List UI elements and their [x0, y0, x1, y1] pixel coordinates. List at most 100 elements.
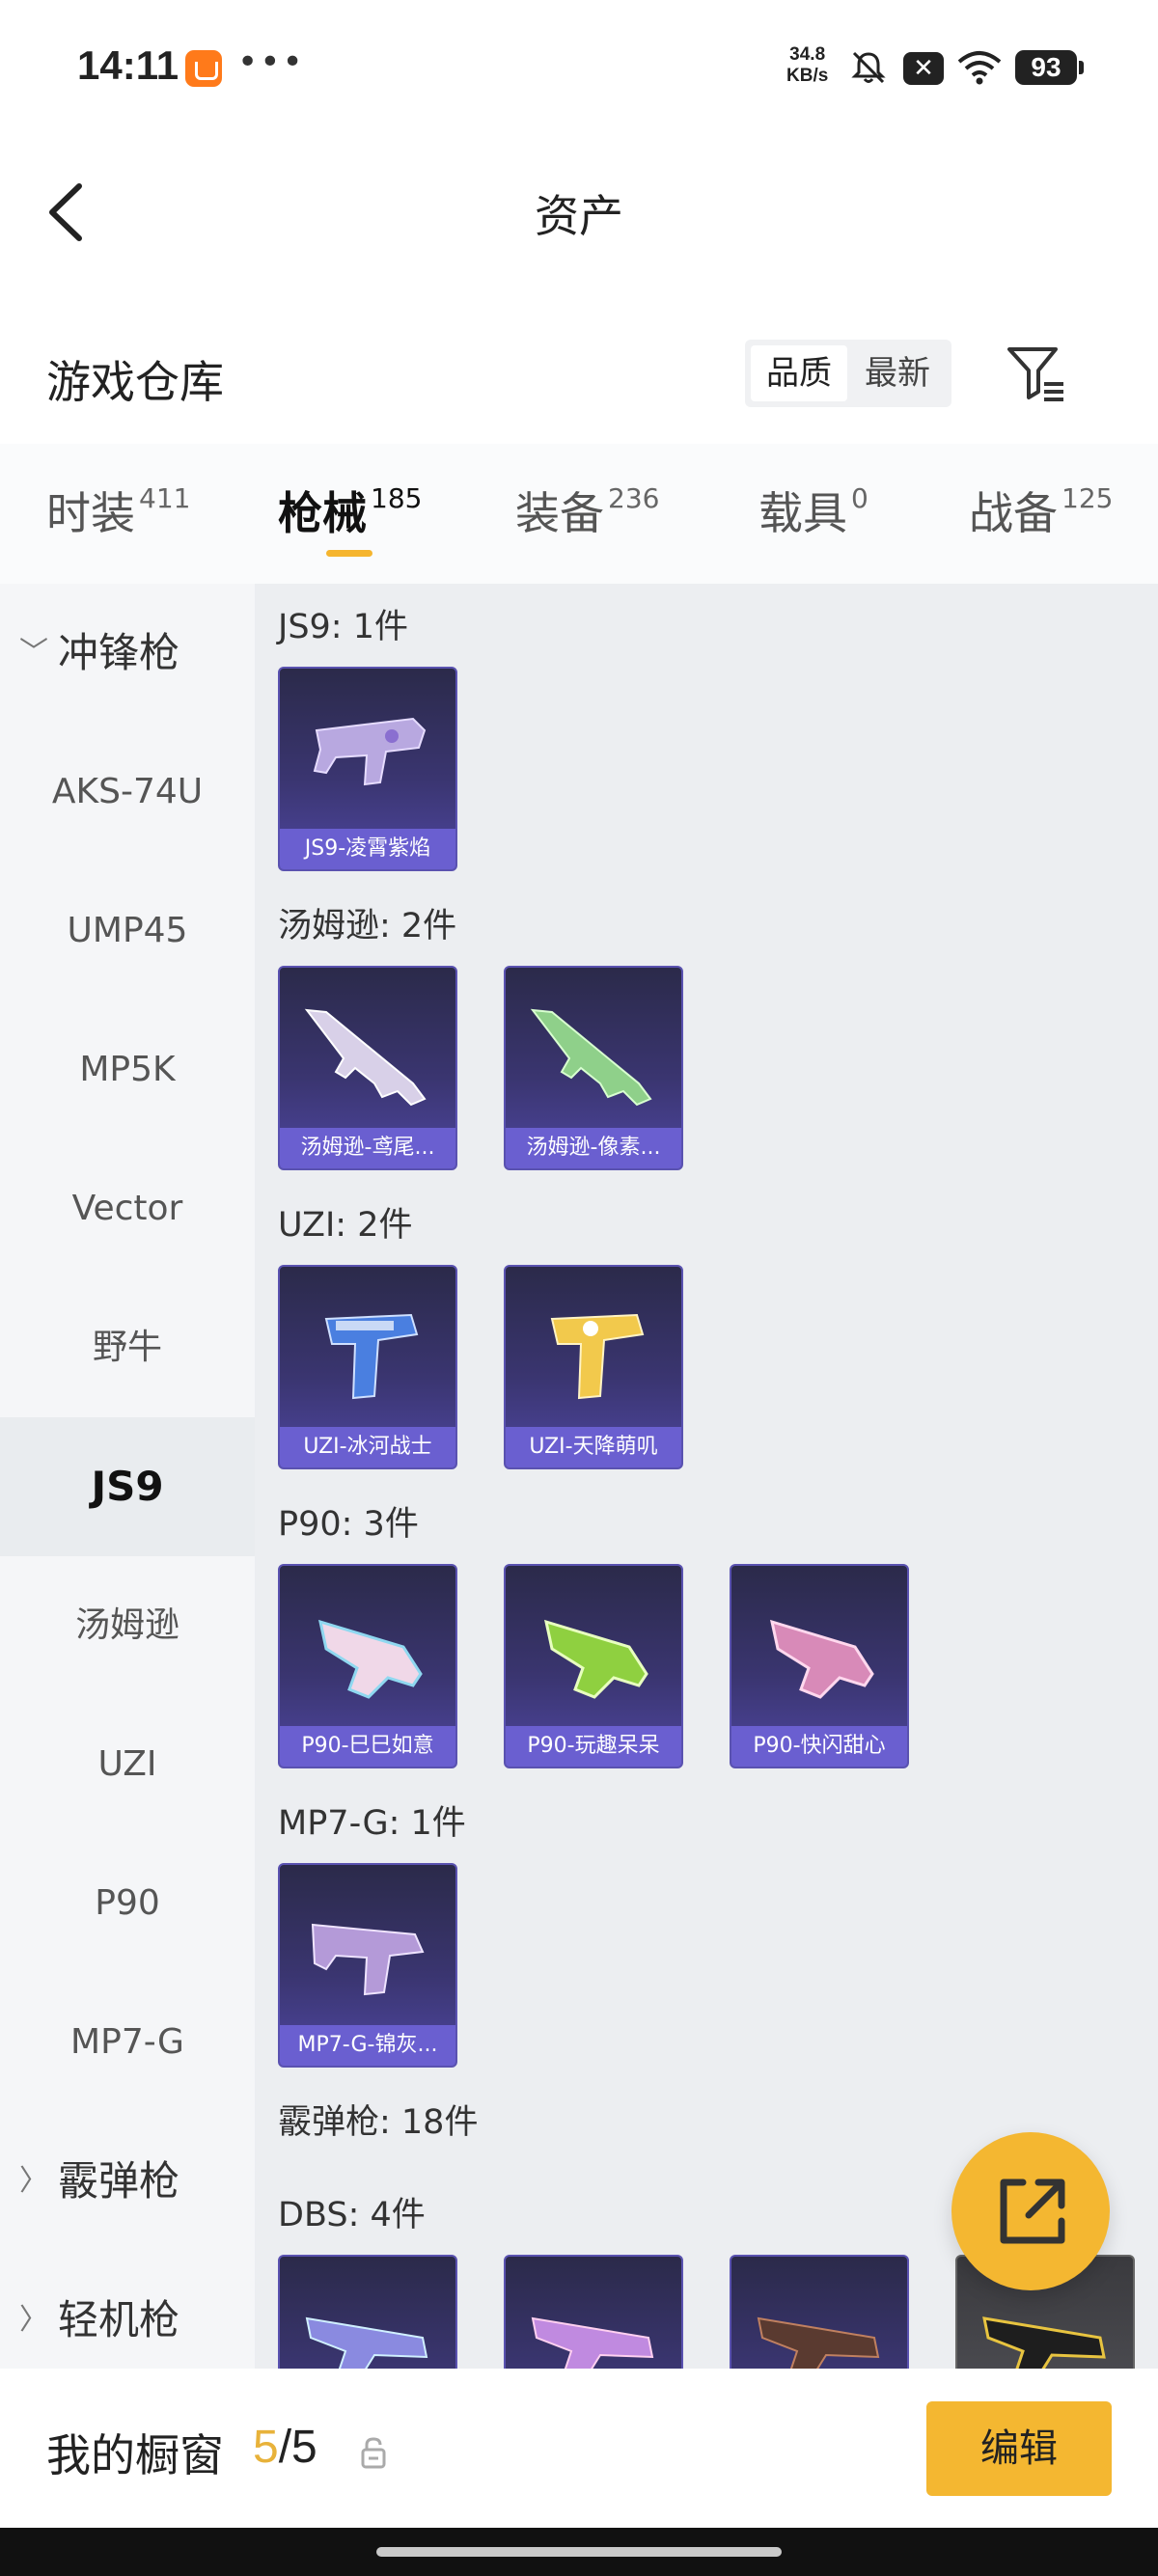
filter-icon[interactable]	[1004, 342, 1067, 405]
sidebar-item-thompson[interactable]: 汤姆逊	[0, 1556, 255, 1695]
showcase-separator: /	[278, 2422, 292, 2473]
smg-skin-icon	[304, 1008, 427, 1107]
tab-label: 时装	[46, 487, 135, 539]
section-title-thompson: 汤姆逊: 2件	[278, 907, 457, 945]
tab-vehicles[interactable]: 载具 0	[758, 479, 868, 542]
shotgun-skin-icon	[305, 2316, 428, 2369]
sidebar-item-uzi[interactable]: UZI	[0, 1695, 255, 1834]
sidebar-item-mp5k[interactable]: MP5K	[0, 1000, 255, 1139]
shotgun-skin-icon	[531, 2316, 654, 2369]
sidebar-group-shotgun[interactable]: 〉 霰弹枪	[0, 2112, 255, 2251]
showcase-bar: 我的橱窗 5/5 编辑	[0, 2369, 1158, 2528]
section-title-shotgun: 霰弹枪: 18件	[278, 2103, 479, 2142]
chevron-right-icon: 〉	[19, 2164, 48, 2198]
tab-supplies[interactable]: 战备 125	[969, 479, 1113, 542]
sort-quality-button[interactable]: 品质	[751, 345, 847, 401]
item-card[interactable]: P90-巳巳如意	[278, 1564, 457, 1768]
network-speed-unit: KB/s	[786, 66, 829, 86]
item-card[interactable]: MP7-G-锦灰...	[278, 1863, 457, 2068]
item-name: P90-快闪甜心	[731, 1726, 907, 1767]
sidebar-item-aks74u[interactable]: AKS-74U	[0, 723, 255, 862]
nav-bar: 资产	[0, 135, 1158, 280]
sidebar-item-label: 霰弹枪	[58, 2157, 180, 2205]
active-tab-indicator	[326, 550, 372, 557]
item-name: 汤姆逊-鸢尾...	[280, 1128, 455, 1168]
tab-outfits[interactable]: 时装 411	[46, 479, 190, 542]
wifi-icon	[957, 51, 1002, 85]
sidebar-item-mp7g[interactable]: MP7-G	[0, 1973, 255, 2112]
chevron-down-icon: ﹀	[19, 636, 48, 670]
tab-label: 战备	[969, 487, 1058, 539]
item-name: P90-巳巳如意	[280, 1726, 455, 1767]
smg-skin-icon	[324, 1313, 419, 1400]
shotgun-skin-icon	[757, 2316, 880, 2369]
network-speed-value: 34.8	[789, 44, 826, 65]
sidebar-item-vector[interactable]: Vector	[0, 1139, 255, 1278]
showcase-label: 我的橱窗	[46, 2429, 224, 2481]
shotgun-skin-icon	[982, 2316, 1106, 2369]
weapon-list: JS9: 1件 JS9-凌霄紫焰 汤姆逊: 2件 汤姆逊-鸢尾... 汤姆逊-像…	[255, 584, 1158, 2369]
home-indicator[interactable]	[376, 2547, 782, 2557]
item-card[interactable]	[278, 2255, 457, 2369]
weapon-type-sidebar: ﹀ 冲锋枪 AKS-74U UMP45 MP5K Vector 野牛 JS9 汤…	[0, 584, 255, 2369]
item-name: UZI-天降萌叽	[506, 1427, 681, 1467]
battery-icon: 93	[1015, 50, 1084, 85]
showcase-current: 5	[253, 2422, 279, 2473]
shopping-bag-icon	[185, 50, 222, 87]
status-bar: 14:11 ••• 34.8 KB/s ✕ 93	[0, 0, 1158, 135]
sidebar-item-p90[interactable]: P90	[0, 1834, 255, 1973]
item-card[interactable]: UZI-天降萌叽	[504, 1265, 683, 1469]
warehouse-title: 游戏仓库	[46, 356, 224, 408]
item-name: MP7-G-锦灰...	[280, 2025, 455, 2066]
item-name: JS9-凌霄紫焰	[280, 829, 455, 869]
sidebar-item-js9[interactable]: JS9	[0, 1417, 255, 1556]
section-title-mp7g: MP7-G: 1件	[278, 1804, 466, 1843]
sidebar-item-bizon[interactable]: 野牛	[0, 1278, 255, 1417]
item-card[interactable]	[730, 2255, 909, 2369]
status-time: 14:11	[77, 42, 179, 88]
page-title: 资产	[535, 190, 623, 242]
sidebar-item-ump45[interactable]: UMP45	[0, 862, 255, 1000]
category-tabs: 时装 411 枪械 185 装备 236 载具 0 战备 125	[0, 444, 1158, 584]
tab-equipment[interactable]: 装备 236	[515, 479, 659, 542]
sidebar-item-label: 轻机枪	[58, 2296, 180, 2343]
section-title-uzi: UZI: 2件	[278, 1206, 413, 1245]
edit-button[interactable]: 编辑	[926, 2401, 1112, 2496]
sidebar-group-smg[interactable]: ﹀ 冲锋枪	[0, 584, 255, 723]
item-card[interactable]: 汤姆逊-鸢尾...	[278, 966, 457, 1170]
item-card[interactable]: JS9-凌霄紫焰	[278, 667, 457, 871]
sort-newest-button[interactable]: 最新	[849, 345, 946, 401]
smg-skin-icon	[770, 1619, 874, 1699]
network-speed: 34.8 KB/s	[786, 44, 828, 87]
item-card[interactable]: P90-玩趣呆呆	[504, 1564, 683, 1768]
section-title-dbs: DBS: 4件	[278, 2196, 426, 2234]
warehouse-header: 游戏仓库 品质 最新	[0, 318, 1158, 434]
smg-skin-icon	[311, 1923, 425, 1996]
sidebar-item-label: 冲锋枪	[58, 629, 180, 676]
item-name: 汤姆逊-像素...	[506, 1128, 681, 1168]
share-icon	[1000, 2179, 1065, 2244]
item-card[interactable]: UZI-冰河战士	[278, 1265, 457, 1469]
smg-skin-icon	[313, 717, 427, 786]
tab-count: 185	[371, 482, 423, 514]
item-card[interactable]	[504, 2255, 683, 2369]
more-notifications-icon: •••	[237, 42, 305, 82]
item-card[interactable]: P90-快闪甜心	[730, 1564, 909, 1768]
item-card[interactable]: 汤姆逊-像素...	[504, 966, 683, 1170]
bell-muted-icon	[851, 51, 886, 84]
tab-count: 0	[851, 482, 868, 514]
item-name: UZI-冰河战士	[280, 1427, 455, 1467]
tab-count: 125	[1062, 482, 1114, 514]
tab-label: 载具	[758, 487, 847, 539]
smg-skin-icon	[544, 1619, 648, 1699]
item-name: P90-玩趣呆呆	[506, 1726, 681, 1767]
share-button[interactable]	[951, 2132, 1110, 2290]
tab-count: 411	[139, 482, 191, 514]
showcase-total: 5	[291, 2422, 317, 2473]
section-title-p90: P90: 3件	[278, 1505, 419, 1544]
tab-firearms[interactable]: 枪械 185	[278, 479, 422, 542]
close-badge-icon: ✕	[903, 52, 944, 85]
showcase-count: 5/5	[253, 2421, 317, 2474]
smg-skin-icon	[318, 1619, 423, 1699]
tab-label: 装备	[515, 487, 604, 539]
